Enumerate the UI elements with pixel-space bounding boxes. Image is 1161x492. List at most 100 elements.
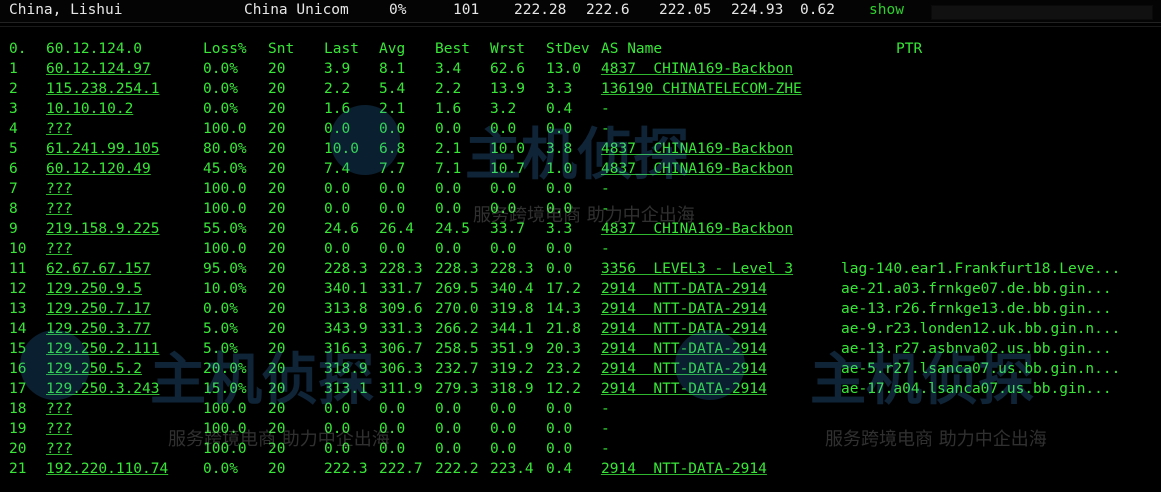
hop-number: 2	[9, 81, 18, 97]
hop-last: 1.6	[324, 101, 351, 117]
hop-host[interactable]: ???	[46, 199, 72, 219]
hop-host[interactable]: ???	[46, 239, 72, 259]
hop-number: 8	[9, 201, 18, 217]
hop-host[interactable]: 60.12.120.49	[46, 159, 151, 179]
hop-avg: 331.3	[379, 321, 423, 337]
hop-loss: 0.0%	[203, 101, 238, 117]
hop-host[interactable]: 10.10.10.2	[46, 99, 133, 119]
table-header: 0. 60.12.124.0 Loss% Snt Last Avg Best W…	[0, 39, 1161, 59]
hop-as-name[interactable]: 2914 NTT-DATA-2914	[601, 299, 767, 319]
hop-as-name[interactable]: 2914 NTT-DATA-2914	[601, 379, 767, 399]
hop-last: 24.6	[324, 221, 359, 237]
hop-as-name[interactable]: 2914 NTT-DATA-2914	[601, 459, 767, 479]
hop-stdev: 14.3	[546, 301, 581, 317]
hop-as-name[interactable]: 2914 NTT-DATA-2914	[601, 319, 767, 339]
hop-best: 258.5	[435, 341, 479, 357]
hop-last: 0.0	[324, 421, 351, 437]
hop-as-name[interactable]: 4837 CHINA169-Backbon	[601, 219, 793, 239]
hop-loss: 45.0%	[203, 161, 247, 177]
hop-wrst: 340.4	[490, 281, 534, 297]
hop-best: 228.3	[435, 261, 479, 277]
hop-host[interactable]: 219.158.9.225	[46, 219, 160, 239]
hop-avg: 0.0	[379, 241, 406, 257]
hop-avg: 309.6	[379, 301, 423, 317]
hop-best: 279.3	[435, 381, 479, 397]
hop-avg: 306.7	[379, 341, 423, 357]
hop-last: 0.0	[324, 121, 351, 137]
hop-loss: 10.0%	[203, 281, 247, 297]
table-row: 19??? 100.0 20 0.0 0.0 0.0 0.0 0.0 -	[0, 419, 1161, 439]
hop-loss: 0.0%	[203, 301, 238, 317]
header-ptr: PTR	[896, 41, 923, 57]
hop-number: 15	[9, 341, 27, 357]
hop-best: 24.5	[435, 221, 470, 237]
hop-best: 0.0	[435, 181, 462, 197]
hop-best: 1.6	[435, 101, 462, 117]
hop-host[interactable]: ???	[46, 419, 72, 439]
hop-host[interactable]: 129.250.3.77	[46, 319, 151, 339]
hop-host[interactable]: ???	[46, 179, 72, 199]
hop-host[interactable]: 129.250.5.2	[46, 359, 142, 379]
table-row: 10??? 100.0 20 0.0 0.0 0.0 0.0 0.0 -	[0, 239, 1161, 259]
hop-best: 2.2	[435, 81, 462, 97]
hop-as-name[interactable]: 2914 NTT-DATA-2914	[601, 279, 767, 299]
hop-ptr: ae-17.a04.lsanca07.us.bb.gin...	[841, 381, 1112, 397]
show-link[interactable]: show	[869, 2, 904, 18]
hop-host[interactable]: 192.220.110.74	[46, 459, 168, 479]
hop-as-name[interactable]: 4837 CHINA169-Backbon	[601, 159, 793, 179]
summary-avg: 222.6	[586, 2, 630, 18]
hop-loss: 20.0%	[203, 361, 247, 377]
hop-best: 0.0	[435, 421, 462, 437]
hop-snt: 20	[268, 181, 286, 197]
hop-snt: 20	[268, 221, 286, 237]
hop-as-name[interactable]: 3356 LEVEL3 - Level 3	[601, 259, 793, 279]
hop-avg: 26.4	[379, 221, 414, 237]
hop-wrst: 0.0	[490, 441, 517, 457]
table-row: 18??? 100.0 20 0.0 0.0 0.0 0.0 0.0 -	[0, 399, 1161, 419]
hop-host[interactable]: 115.238.254.1	[46, 79, 160, 99]
hop-as-name[interactable]: 136190 CHINATELECOM-ZHE	[601, 79, 802, 99]
hop-avg: 0.0	[379, 401, 406, 417]
hop-wrst: 62.6	[490, 61, 525, 77]
hop-loss: 100.0	[203, 441, 247, 457]
hop-wrst: 344.1	[490, 321, 534, 337]
hop-as-name[interactable]: 2914 NTT-DATA-2914	[601, 339, 767, 359]
hop-number: 12	[9, 281, 27, 297]
hop-snt: 20	[268, 361, 286, 377]
hop-number: 14	[9, 321, 27, 337]
hop-wrst: 0.0	[490, 401, 517, 417]
hop-host[interactable]: 61.241.99.105	[46, 139, 160, 159]
hop-number: 4	[9, 121, 18, 137]
hop-host[interactable]: ???	[46, 119, 72, 139]
hop-wrst: 319.2	[490, 361, 534, 377]
hop-stdev: 12.2	[546, 381, 581, 397]
hop-host[interactable]: 129.250.2.111	[46, 339, 160, 359]
hop-host[interactable]: ???	[46, 439, 72, 459]
header-wrst: Wrst	[490, 41, 525, 57]
hop-as-name[interactable]: 2914 NTT-DATA-2914	[601, 359, 767, 379]
hop-as-name[interactable]: 4837 CHINA169-Backbon	[601, 59, 793, 79]
hop-snt: 20	[268, 441, 286, 457]
hop-host[interactable]: 129.250.9.5	[46, 279, 142, 299]
table-row: 16 129.250.5.2 20.0% 20 318.9 306.3 232.7 319.2…	[0, 359, 1161, 379]
hop-snt: 20	[268, 401, 286, 417]
table-row: 15 129.250.2.111 5.0% 20 316.3 306.7 258.5 351.…	[0, 339, 1161, 359]
hop-wrst: 0.0	[490, 201, 517, 217]
hop-host[interactable]: 129.250.7.17	[46, 299, 151, 319]
hop-loss: 55.0%	[203, 221, 247, 237]
hop-as-name[interactable]: 4837 CHINA169-Backbon	[601, 139, 793, 159]
hop-host[interactable]: 62.67.67.157	[46, 259, 151, 279]
hop-best: 0.0	[435, 441, 462, 457]
hop-avg: 222.7	[379, 461, 423, 477]
hop-host[interactable]: 129.250.3.243	[46, 379, 160, 399]
hop-stdev: 0.0	[546, 241, 573, 257]
table-row: 8??? 100.0 20 0.0 0.0 0.0 0.0 0.0 -	[0, 199, 1161, 219]
hop-stdev: 0.0	[546, 201, 573, 217]
hop-host[interactable]: 60.12.124.97	[46, 59, 151, 79]
hop-last: 0.0	[324, 181, 351, 197]
hop-last: 313.1	[324, 381, 368, 397]
hop-number: 17	[9, 381, 27, 397]
hop-host[interactable]: ???	[46, 399, 72, 419]
hop-ptr: ae-13.r27.asbnva02.us.bb.gin...	[841, 341, 1112, 357]
mtr-results-panel: 0. 60.12.124.0 Loss% Snt Last Avg Best W…	[0, 26, 1161, 492]
